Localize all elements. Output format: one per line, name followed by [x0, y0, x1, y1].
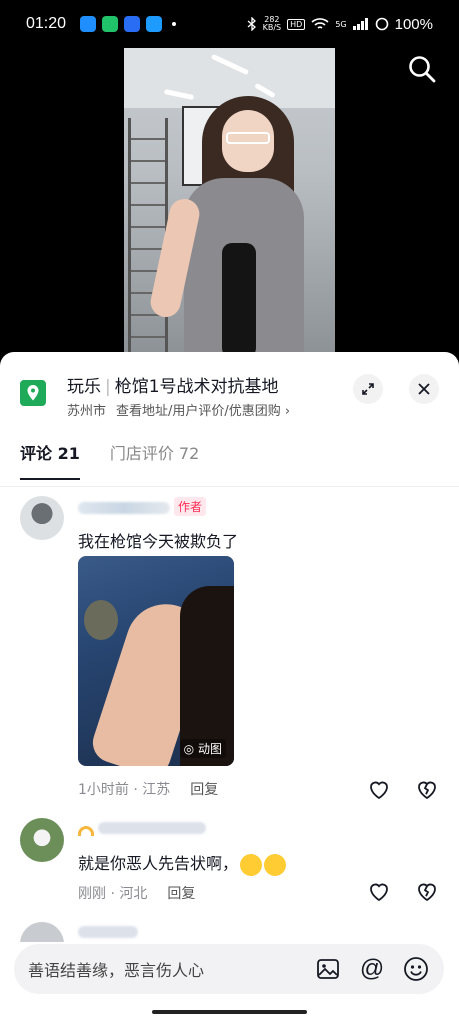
battery-level: 100% — [394, 15, 433, 33]
tabs-divider — [0, 486, 459, 487]
emoji-button[interactable] — [402, 955, 430, 983]
poi-name: 枪馆1号战术对抗基地 — [114, 377, 279, 397]
hd-badge: HD — [287, 18, 306, 30]
close-icon — [418, 383, 430, 395]
emoji-icon — [264, 853, 287, 876]
smiley-icon — [404, 957, 428, 981]
author-badge: 作者 — [174, 497, 207, 516]
at-icon: @ — [359, 955, 385, 982]
comment-time-location: 刚刚 · 河北 — [78, 886, 148, 902]
username-blurred[interactable] — [78, 502, 170, 514]
gif-play-icon: ◎ — [183, 742, 195, 756]
home-indicator[interactable] — [152, 1010, 307, 1014]
username-blurred[interactable] — [78, 926, 138, 938]
comment-tabs: 评论 21 门店评价 72 — [20, 440, 199, 480]
like-button[interactable] — [367, 778, 391, 802]
image-person-head — [84, 600, 118, 640]
search-icon — [409, 56, 436, 83]
reply-button[interactable]: 回复 — [190, 782, 218, 798]
poi-subtitle[interactable]: 苏州市 查看地址/用户评价/优惠团购 › — [67, 400, 290, 419]
comment-text: 就是你恶人先告状啊， — [78, 850, 287, 876]
comment-item — [20, 922, 439, 942]
comment-input-bar[interactable]: 善语结善缘，恶言伤人心 @ — [14, 944, 444, 994]
status-bar: 01:20 282 KB/S HD 5G 100% — [0, 0, 459, 48]
comment-meta: 刚刚 · 河北 回复 — [78, 883, 195, 903]
comment-image[interactable]: ◎ 动图 — [78, 556, 234, 766]
reply-button[interactable]: 回复 — [167, 886, 195, 902]
dislike-button[interactable] — [415, 880, 439, 904]
bluetooth-icon — [247, 17, 256, 31]
video-player[interactable] — [0, 48, 459, 358]
battery-icon — [375, 17, 388, 31]
comment-time-location: 1小时前 · 江苏 — [78, 782, 171, 798]
video-frame — [124, 48, 335, 358]
comment-text: 我在枪馆今天被欺负了 — [78, 532, 239, 551]
comment-item: 作者 我在枪馆今天被欺负了 ◎ 动图 1小时前 · 江苏 回复 — [20, 496, 439, 806]
avatar[interactable] — [20, 818, 64, 862]
network-type: 5G — [335, 19, 347, 29]
app-notification-icon — [102, 16, 119, 32]
video-black-object — [222, 243, 256, 358]
tab-comments[interactable]: 评论 21 — [20, 440, 80, 480]
comment-input[interactable]: 善语结善缘，恶言伤人心 — [28, 957, 298, 981]
comment-item: 就是你恶人先告状啊， 刚刚 · 河北 回复 — [20, 818, 439, 918]
search-button[interactable] — [407, 54, 437, 84]
emoji-icon — [240, 853, 263, 876]
broken-heart-icon — [418, 781, 436, 800]
video-gun-rack — [128, 118, 168, 358]
signal-icon — [352, 18, 368, 30]
like-button[interactable] — [367, 880, 391, 904]
mention-button[interactable]: @ — [358, 955, 386, 983]
dislike-button[interactable] — [415, 778, 439, 802]
avatar[interactable] — [20, 922, 64, 942]
tab-store-reviews[interactable]: 门店评价 72 — [110, 440, 199, 480]
heart-icon — [370, 883, 388, 902]
video-person-glasses — [226, 132, 270, 144]
poi-city: 苏州市 — [67, 404, 107, 419]
expand-button[interactable] — [353, 374, 383, 404]
gif-label: 动图 — [197, 742, 222, 756]
rainbow-icon — [78, 826, 94, 836]
poi-category: 玩乐 — [67, 377, 101, 397]
expand-icon — [362, 383, 374, 395]
poi-title[interactable]: 玩乐 | 枪馆1号战术对抗基地 — [67, 372, 279, 397]
poi-separator: | — [105, 377, 111, 397]
app-notification-icon — [146, 16, 163, 32]
gif-badge: ◎ 动图 — [179, 739, 226, 758]
location-pin-icon — [20, 380, 46, 406]
heart-icon — [370, 781, 388, 800]
comments-sheet: 玩乐 | 枪馆1号战术对抗基地 苏州市 查看地址/用户评价/优惠团购 › 评论 21 … — [0, 352, 459, 1024]
net-speed-unit: KB/S — [262, 23, 282, 32]
status-indicators: 282 KB/S HD 5G 100% — [247, 16, 433, 33]
poi-links: 查看地址/用户评价/优惠团购 › — [116, 404, 291, 419]
net-speed: 282 KB/S — [263, 16, 282, 32]
app-notification-icon — [124, 16, 141, 32]
close-button[interactable] — [409, 374, 439, 404]
wifi-icon — [311, 18, 329, 29]
image-icon — [317, 959, 339, 979]
image-button[interactable] — [314, 955, 342, 983]
broken-heart-icon — [418, 883, 436, 902]
comment-text-body: 就是你恶人先告状啊， — [78, 854, 239, 873]
comment-meta: 1小时前 · 江苏 回复 — [78, 779, 218, 799]
app-notification-icon — [80, 16, 97, 32]
avatar[interactable] — [20, 496, 64, 540]
poi-card[interactable]: 玩乐 | 枪馆1号战术对抗基地 苏州市 查看地址/用户评价/优惠团购 › — [20, 370, 439, 426]
username-blurred[interactable] — [98, 822, 206, 834]
more-notifications-dot — [172, 22, 177, 26]
status-app-icons — [80, 16, 177, 32]
status-time: 01:20 — [26, 15, 67, 32]
